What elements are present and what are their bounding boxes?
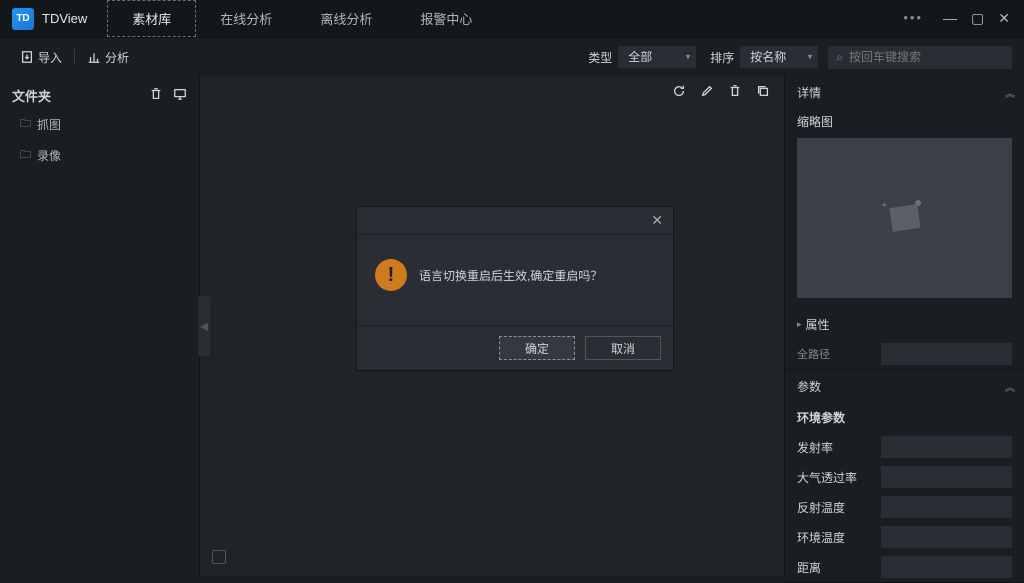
dialog-close-icon[interactable]: ✕: [651, 212, 663, 229]
cancel-button[interactable]: 取消: [585, 336, 661, 360]
warning-icon: !: [375, 259, 407, 291]
dialog-message: 语言切换重启后生效,确定重启吗？: [419, 267, 602, 284]
modal-backdrop: ✕ ! 语言切换重启后生效,确定重启吗？ 确定 取消: [0, 0, 1024, 576]
ok-button[interactable]: 确定: [499, 336, 575, 360]
confirm-dialog: ✕ ! 语言切换重启后生效,确定重启吗？ 确定 取消: [356, 206, 674, 371]
